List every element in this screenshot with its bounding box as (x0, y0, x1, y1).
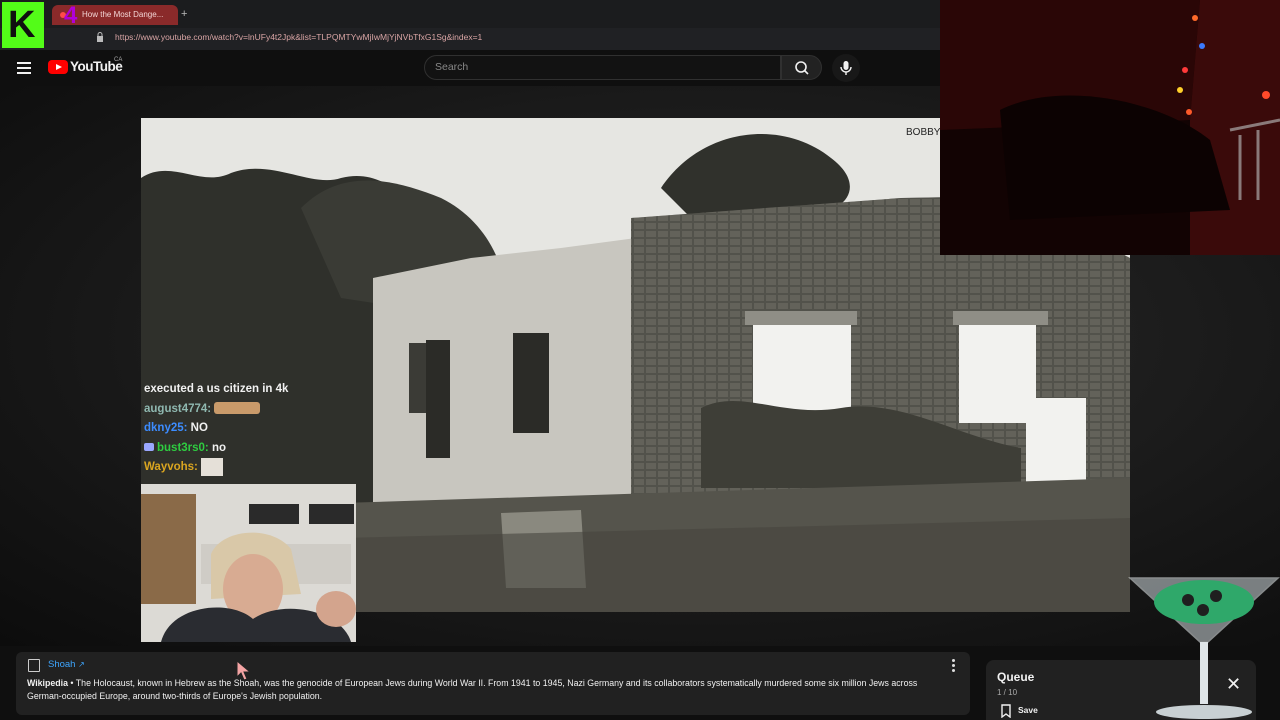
chat-username: Wayvohs: (144, 461, 198, 474)
queue-title: Queue (997, 670, 1035, 684)
chat-message: bust3rs0: no (144, 439, 364, 459)
streamer-facecam (141, 484, 356, 642)
more-options-icon[interactable] (952, 659, 956, 674)
mouse-cursor-icon (236, 660, 252, 681)
facecam-image (141, 484, 356, 642)
info-panel-title[interactable]: Shoah (48, 659, 75, 670)
kick-logo: K (2, 2, 44, 48)
chat-message: Wayvohs: (144, 458, 364, 478)
chat-message: dkny25: NO (144, 419, 364, 439)
kick-logo-letter: K (8, 4, 36, 46)
info-panel-text: Wikipedia • The Holocaust, known in Hebr… (27, 678, 918, 701)
queue-save-button[interactable]: Save (1018, 705, 1038, 715)
chat-username: bust3rs0: (157, 441, 209, 454)
chat-message-text: NO (190, 422, 208, 434)
chat-username: dkny25: (144, 422, 188, 434)
webcam-room-feed (940, 0, 1280, 255)
youtube-logo-icon[interactable] (48, 60, 68, 74)
search-button[interactable] (781, 55, 822, 80)
overlay-number: 4 (64, 2, 78, 29)
chat-message: august4774: (144, 400, 364, 420)
search-input[interactable]: Search (424, 55, 781, 80)
external-link-icon: ↗ (78, 660, 85, 669)
emote-icon (214, 402, 261, 415)
chat-message-text: executed a us citizen in 4k (144, 383, 289, 395)
chat-message: executed a us citizen in 4k (144, 380, 364, 400)
info-panel-source: Wikipedia (27, 678, 68, 688)
new-tab-button[interactable]: + (181, 8, 187, 20)
info-panel-body: The Holocaust, known in Hebrew as the Sh… (27, 678, 918, 701)
chat-message-text: no (211, 441, 227, 454)
queue-count: 1 / 10 (997, 688, 1018, 697)
tab-title: How the Most Dange... (82, 10, 164, 19)
hamburger-menu-icon[interactable] (17, 62, 31, 74)
chat-overlay: executed a us citizen in 4k august4774: … (144, 380, 364, 478)
search-placeholder: Search (435, 61, 469, 73)
chat-username: august4774: (144, 402, 212, 415)
article-icon (28, 659, 40, 672)
voice-search-button[interactable] (832, 54, 860, 82)
region-code: CA (114, 57, 123, 63)
search-icon (795, 61, 809, 75)
martini-glass-icon (1128, 577, 1280, 719)
subscriber-badge-icon (144, 443, 154, 452)
info-panel-link[interactable]: Shoah ↗ (48, 659, 85, 670)
bookmark-icon[interactable] (1000, 704, 1012, 718)
room-image (940, 0, 1280, 255)
emote-icon (201, 458, 224, 476)
address-bar[interactable]: https://www.youtube.com/watch?v=lnUFy4t2… (90, 29, 935, 46)
microphone-icon (840, 61, 852, 75)
address-url: https://www.youtube.com/watch?v=lnUFy4t2… (115, 32, 483, 42)
